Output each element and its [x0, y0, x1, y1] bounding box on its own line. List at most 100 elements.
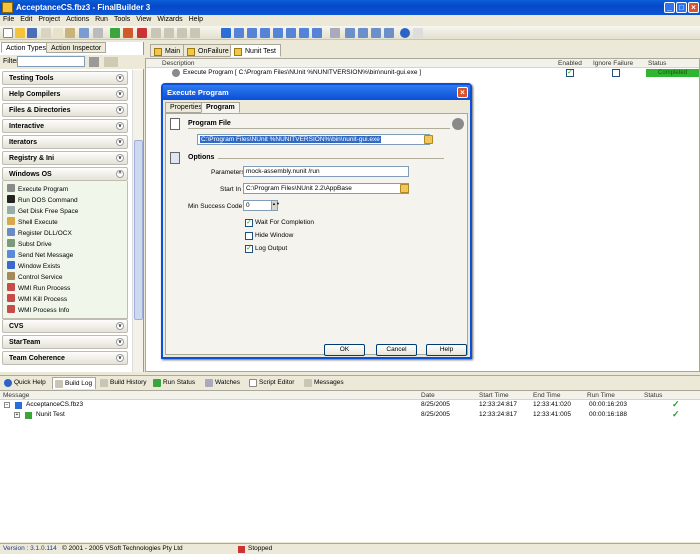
- menu-tools[interactable]: Tools: [111, 15, 133, 24]
- list-item-subst-drive[interactable]: Subst Drive: [7, 239, 52, 248]
- menu-file[interactable]: File: [0, 15, 17, 24]
- cancel-button[interactable]: Cancel: [376, 344, 417, 356]
- menu-edit[interactable]: Edit: [17, 15, 35, 24]
- list-item-shell-execute[interactable]: Shell Execute: [7, 217, 58, 226]
- breakpoint-icon[interactable]: [299, 28, 309, 38]
- browse-folder-icon[interactable]: [424, 135, 433, 144]
- hide-window-checkbox[interactable]: [245, 232, 253, 240]
- tab-watches[interactable]: Watches: [203, 377, 243, 389]
- menu-wizards[interactable]: Wizards: [154, 15, 185, 24]
- tab-run-status[interactable]: Run Status: [151, 377, 198, 389]
- category-iterators[interactable]: Iterators v: [2, 135, 128, 149]
- table-row[interactable]: Execute Program [ C:\Program Files\NUnit…: [146, 68, 699, 78]
- tab-main[interactable]: Main: [150, 44, 186, 57]
- spinner-arrows-icon[interactable]: ▲▼: [271, 201, 280, 210]
- list-item-send-net-message[interactable]: Send Net Message: [7, 250, 73, 259]
- window-icon[interactable]: [384, 28, 394, 38]
- indent-icon[interactable]: [177, 28, 187, 38]
- view-options-icon[interactable]: [104, 57, 118, 67]
- scrollbar-thumb[interactable]: [134, 140, 143, 320]
- list-item-window-exists[interactable]: Window Exists: [7, 261, 60, 270]
- category-registry-ini[interactable]: Registry & Ini v: [2, 151, 128, 165]
- column-message[interactable]: Message: [3, 392, 29, 399]
- tab-nunit-test[interactable]: Nunit Test: [230, 44, 281, 57]
- log-output-checkbox[interactable]: ✓: [245, 245, 253, 253]
- clear-filter-icon[interactable]: [89, 57, 99, 67]
- left-panel-scrollbar[interactable]: [132, 70, 143, 372]
- category-files-directories[interactable]: Files & Directories v: [2, 103, 128, 117]
- stop-icon[interactable]: [286, 28, 296, 38]
- list-item-wmi-process-info[interactable]: WMI Process Info: [7, 305, 69, 314]
- tab-action-inspector[interactable]: Action Inspector: [46, 42, 107, 53]
- check-icon[interactable]: [110, 28, 120, 38]
- tab-messages[interactable]: Messages: [302, 377, 347, 389]
- paste-icon[interactable]: [65, 28, 75, 38]
- category-team-coherence[interactable]: Team Coherence v: [2, 351, 128, 365]
- list-item-wmi-run-process[interactable]: WMI Run Process: [7, 283, 70, 292]
- column-start-time[interactable]: Start Time: [479, 392, 509, 399]
- start-in-input[interactable]: C:\Program Files\NUnit 2.2\AppBase: [243, 183, 409, 194]
- panel-icon[interactable]: [358, 28, 368, 38]
- menu-view[interactable]: View: [133, 15, 154, 24]
- cut-icon[interactable]: [41, 28, 51, 38]
- collapse-icon[interactable]: −: [4, 402, 10, 408]
- outdent-icon[interactable]: [190, 28, 200, 38]
- menu-project[interactable]: Project: [35, 15, 63, 24]
- parameters-input[interactable]: mock-assembly.nunit /run: [243, 166, 409, 177]
- column-status[interactable]: Status: [644, 392, 662, 399]
- maximize-button[interactable]: □: [676, 2, 687, 13]
- copy-icon[interactable]: [53, 28, 63, 38]
- tab-onfailure[interactable]: OnFailure: [183, 44, 234, 57]
- column-status[interactable]: Status: [648, 60, 666, 67]
- list-item-get-disk-free-space[interactable]: Get Disk Free Space: [7, 206, 78, 215]
- browse-folder-icon[interactable]: [400, 184, 409, 193]
- undo-icon[interactable]: [79, 28, 89, 38]
- grid-icon[interactable]: [371, 28, 381, 38]
- new-icon[interactable]: [3, 28, 13, 38]
- table-row[interactable]: + Nunit Test 8/25/2005 12:33:24:817 12:3…: [0, 409, 700, 420]
- layout-icon[interactable]: [345, 28, 355, 38]
- column-date[interactable]: Date: [421, 392, 435, 399]
- debug-icon[interactable]: [312, 28, 322, 38]
- enabled-checkbox[interactable]: ✓: [566, 69, 574, 77]
- find-icon[interactable]: [93, 28, 103, 38]
- category-help-compilers[interactable]: Help Compilers v: [2, 87, 128, 101]
- category-starteam[interactable]: StarTeam v: [2, 335, 128, 349]
- category-cvs[interactable]: CVS v: [2, 319, 128, 333]
- category-testing-tools[interactable]: Testing Tools v: [2, 71, 128, 85]
- column-enabled[interactable]: Enabled: [558, 60, 582, 67]
- step-into-icon[interactable]: [260, 28, 270, 38]
- tab-build-log[interactable]: Build Log: [52, 377, 97, 389]
- pause-icon[interactable]: [273, 28, 283, 38]
- program-file-input[interactable]: C:\Program Files\NUnit %NUNITVERSION%\bi…: [197, 134, 430, 145]
- column-ignore-failure[interactable]: Ignore Failure: [593, 60, 633, 67]
- column-description[interactable]: Description: [162, 60, 195, 67]
- run-step-icon[interactable]: [234, 28, 244, 38]
- step-over-icon[interactable]: [247, 28, 257, 38]
- help-icon[interactable]: [400, 28, 410, 38]
- category-interactive[interactable]: Interactive v: [2, 119, 128, 133]
- tag-icon[interactable]: [123, 28, 133, 38]
- column-end-time[interactable]: End Time: [533, 392, 560, 399]
- watch-icon[interactable]: [330, 28, 340, 38]
- list-item-execute-program[interactable]: Execute Program: [7, 184, 68, 193]
- about-icon[interactable]: [413, 28, 423, 38]
- wait-for-completion-checkbox[interactable]: ✓: [245, 219, 253, 227]
- list-item-register-dll[interactable]: Register DLL/OCX: [7, 228, 72, 237]
- column-run-time[interactable]: Run Time: [587, 392, 615, 399]
- ignore-failure-checkbox[interactable]: [612, 69, 620, 77]
- move-up-icon[interactable]: [151, 28, 161, 38]
- help-button[interactable]: Help: [426, 344, 467, 356]
- category-windows-os[interactable]: Windows OS ^: [2, 167, 128, 181]
- menu-help[interactable]: Help: [186, 15, 206, 24]
- list-item-wmi-kill-process[interactable]: WMI Kill Process: [7, 294, 67, 303]
- tab-script-editor[interactable]: Script Editor: [247, 377, 297, 389]
- tab-action-types[interactable]: Action Types: [1, 42, 51, 53]
- close-button[interactable]: ×: [688, 2, 699, 13]
- minimize-button[interactable]: _: [664, 2, 675, 13]
- filter-input[interactable]: [17, 56, 85, 67]
- menu-actions[interactable]: Actions: [63, 15, 92, 24]
- open-icon[interactable]: [15, 28, 25, 38]
- table-row[interactable]: − AcceptanceCS.fbz3 8/25/2005 12:33:24:8…: [0, 399, 700, 410]
- save-icon[interactable]: [27, 28, 37, 38]
